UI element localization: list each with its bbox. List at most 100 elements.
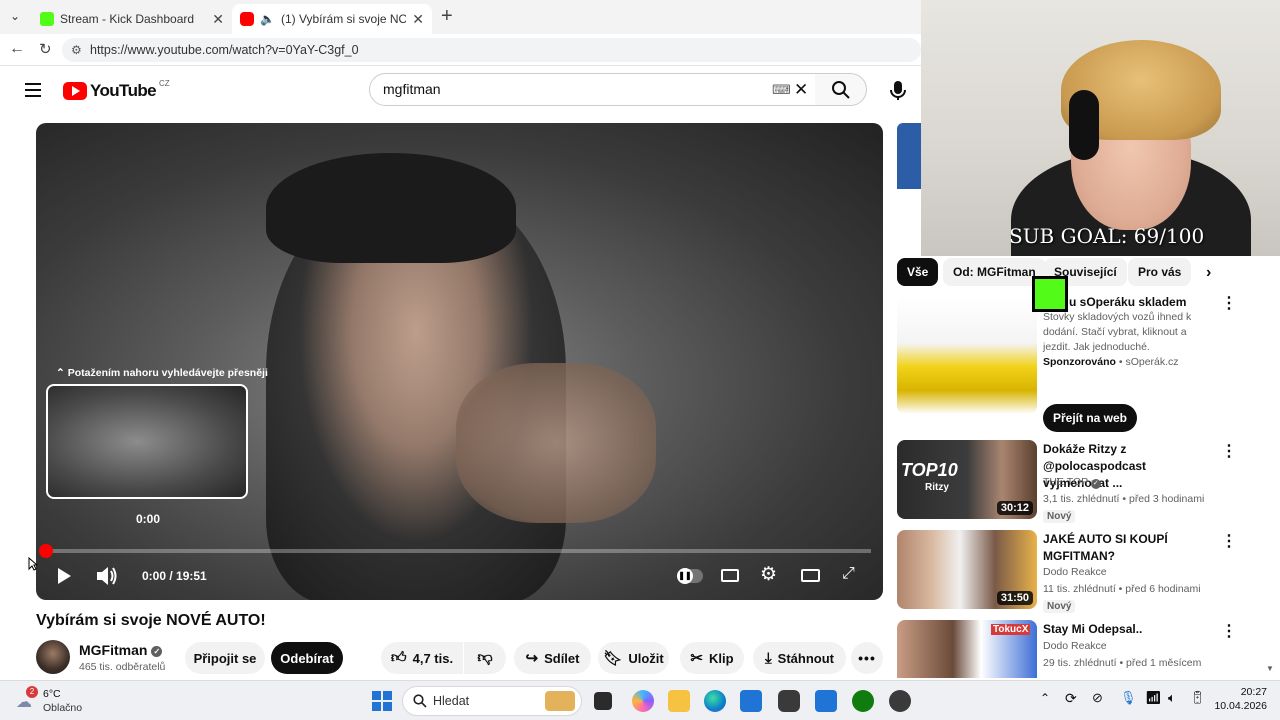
video-player[interactable]: ⌃ Potažením nahoru vyhledávejte přesněji… xyxy=(36,123,883,600)
task-view-icon[interactable] xyxy=(594,692,612,710)
like-button[interactable]: 👍︎ 4,7 tis. xyxy=(381,642,463,674)
ad-title[interactable]: u sOperáku skladem xyxy=(1069,294,1209,311)
channel-name[interactable]: Dodo Reakce xyxy=(1043,640,1107,652)
time-display: 0:00 / 19:51 xyxy=(142,569,207,583)
browser-address-row: ← ↻ ⚙ https://www.youtube.com/watch?v=0Y… xyxy=(0,34,921,66)
obs-icon[interactable] xyxy=(889,690,911,712)
reload-icon[interactable]: ↻ xyxy=(39,40,52,58)
subtitles-icon[interactable] xyxy=(721,569,739,582)
keyboard-icon[interactable]: ⌨ xyxy=(772,74,791,105)
play-icon[interactable] xyxy=(54,566,74,586)
side-promo-thumbnail[interactable] xyxy=(897,123,921,243)
channel-name[interactable]: MGFitman ✓ xyxy=(79,642,163,658)
theater-mode-icon[interactable] xyxy=(801,569,820,582)
progress-bar[interactable] xyxy=(48,549,871,553)
channel-name[interactable]: THE TOP ✓ xyxy=(1043,476,1101,489)
start-windows-icon[interactable] xyxy=(372,691,392,711)
autoplay-pause-icon: ❚❚ xyxy=(677,568,693,584)
tab-close-icon[interactable]: ✕ xyxy=(412,11,424,28)
clock[interactable]: 20:27 10.04.2026 xyxy=(1212,686,1267,712)
sub-goal-text: SUB GOAL: 69/100 xyxy=(1009,224,1205,248)
channel-name-text: THE TOP xyxy=(1043,476,1088,488)
thumbs-down-icon: 👎︎ xyxy=(477,649,493,666)
tray-mic-icon[interactable]: 🎙︎ xyxy=(1120,690,1137,706)
subscribe-label: Odebírat xyxy=(280,650,334,666)
ad-cta-button[interactable]: Přejít na web xyxy=(1043,404,1137,432)
video-thumbnail[interactable]: 31:50 xyxy=(897,530,1037,609)
video-menu-kebab-icon[interactable]: ⋮ xyxy=(1221,621,1237,641)
tray-volume-icon[interactable]: 🔈︎ xyxy=(1168,690,1176,706)
youtube-logo[interactable]: YouTube CZ xyxy=(63,79,170,101)
tray-sync-icon[interactable]: ⟳ xyxy=(1065,690,1077,707)
scrubber-handle[interactable] xyxy=(39,544,53,558)
video-thumbnail[interactable]: TokucX xyxy=(897,620,1037,678)
video-stats: 11 tis. zhlédnutí • před 6 hodinami xyxy=(1043,583,1201,595)
copilot-icon[interactable] xyxy=(632,690,654,712)
taskbar-search-box[interactable]: Hledat xyxy=(402,686,582,716)
app-icon[interactable] xyxy=(778,690,800,712)
chip-all[interactable]: Vše xyxy=(897,258,939,286)
dislike-button[interactable]: 👎︎ xyxy=(464,642,506,674)
tray-wifi-icon[interactable]: 📶︎ xyxy=(1145,690,1162,706)
scroll-down-arrow-icon[interactable]: ▼ xyxy=(1266,664,1274,673)
tray-network-off-icon[interactable]: ⊘ xyxy=(1092,690,1103,706)
menu-hamburger-icon[interactable] xyxy=(25,83,41,97)
browser-tab-bar: ⌄ Stream - Kick Dashboard ✕ 🔈 (1) Vybírá… xyxy=(0,0,921,34)
search-input[interactable]: mgfitman ⌨ ✕ xyxy=(369,73,816,106)
share-arrow-icon: ↪ xyxy=(525,650,539,667)
save-button[interactable]: 🔖︎ Uložit xyxy=(598,642,669,674)
site-info-icon[interactable]: ⚙ xyxy=(71,38,82,62)
subscriber-count: 465 tis. odběratelů xyxy=(79,661,166,673)
share-button[interactable]: ↪ Sdílet xyxy=(514,642,591,674)
video-title[interactable]: Stay Mi Odepsal.. xyxy=(1043,621,1213,638)
new-tab-icon[interactable]: + xyxy=(441,5,453,28)
video-menu-kebab-icon[interactable]: ⋮ xyxy=(1221,531,1237,551)
video-menu-kebab-icon[interactable]: ⋮ xyxy=(1221,441,1237,461)
channel-avatar[interactable] xyxy=(36,640,70,674)
address-bar[interactable]: ⚙ https://www.youtube.com/watch?v=0YaY-C… xyxy=(62,38,921,62)
download-button[interactable]: ⤓ Stáhnout xyxy=(753,642,846,674)
fullscreen-icon[interactable]: ⤢ xyxy=(842,565,855,583)
tab-close-icon[interactable]: ✕ xyxy=(212,11,224,28)
chevron-right-icon[interactable]: › xyxy=(1206,264,1211,282)
seek-hint-text: Potažením nahoru vyhledávejte přesněji xyxy=(67,367,268,379)
clip-button[interactable]: ✂ Klip xyxy=(680,642,744,674)
weather-widget[interactable]: ☁ 2 6°C Oblačno xyxy=(14,686,104,716)
autoplay-toggle[interactable]: ❚❚ xyxy=(677,568,703,584)
thumbnail-text: TOP10 xyxy=(901,460,958,480)
video-duration: 30:12 xyxy=(996,501,1033,515)
chevron-up-icon: ⌃ xyxy=(56,367,65,379)
channel-name[interactable]: Dodo Reakce xyxy=(1043,566,1107,578)
volume-icon[interactable] xyxy=(95,565,119,587)
clear-search-icon[interactable]: ✕ xyxy=(794,74,808,105)
video-thumbnail[interactable]: TOP10 Ritzy 30:12 xyxy=(897,440,1037,519)
subscribe-button[interactable]: Odebírat xyxy=(271,642,343,674)
join-button[interactable]: Připojit se xyxy=(185,642,265,674)
tray-battery-icon[interactable]: 🔋︎ xyxy=(1189,690,1206,706)
microsoft-store-icon[interactable] xyxy=(740,690,762,712)
more-actions-button[interactable]: ••• xyxy=(851,642,883,674)
chip-from-channel[interactable]: Od: MGFitman xyxy=(943,258,1046,286)
search-button[interactable] xyxy=(815,73,867,106)
video-title[interactable]: JAKÉ AUTO SI KOUPÍ MGFITMAN? xyxy=(1043,531,1213,565)
clock-date: 10.04.2026 xyxy=(1214,700,1267,712)
youtube-logo-text: YouTube xyxy=(90,81,157,100)
edge-browser-icon[interactable] xyxy=(704,690,726,712)
xbox-icon[interactable] xyxy=(852,690,874,712)
ad-thumbnail[interactable] xyxy=(897,296,1037,414)
tab-kick-dashboard[interactable]: Stream - Kick Dashboard ✕ xyxy=(32,4,232,34)
video-stats: 3,1 tis. zhlédnutí • před 3 hodinami xyxy=(1043,493,1205,505)
speaker-icon[interactable]: 🔈 xyxy=(260,12,275,26)
thumbnail-text: TokucX xyxy=(991,624,1031,635)
chip-for-you[interactable]: Pro vás xyxy=(1128,258,1192,286)
tab-youtube-video[interactable]: 🔈 (1) Vybírám si svoje NOVÉ AUTO ✕ xyxy=(232,4,432,34)
search-query: mgfitman xyxy=(383,81,441,97)
tab-list-chevron-icon[interactable]: ⌄ xyxy=(10,9,20,23)
voice-search-button[interactable] xyxy=(882,74,914,106)
file-explorer-icon[interactable] xyxy=(668,690,690,712)
tray-chevron-up-icon[interactable]: ⌃ xyxy=(1040,691,1050,705)
settings-gear-icon[interactable]: ⚙ xyxy=(760,563,777,586)
back-arrow-icon[interactable]: ← xyxy=(9,40,25,58)
ad-menu-kebab-icon[interactable]: ⋮ xyxy=(1221,293,1237,313)
vscode-icon[interactable] xyxy=(815,690,837,712)
